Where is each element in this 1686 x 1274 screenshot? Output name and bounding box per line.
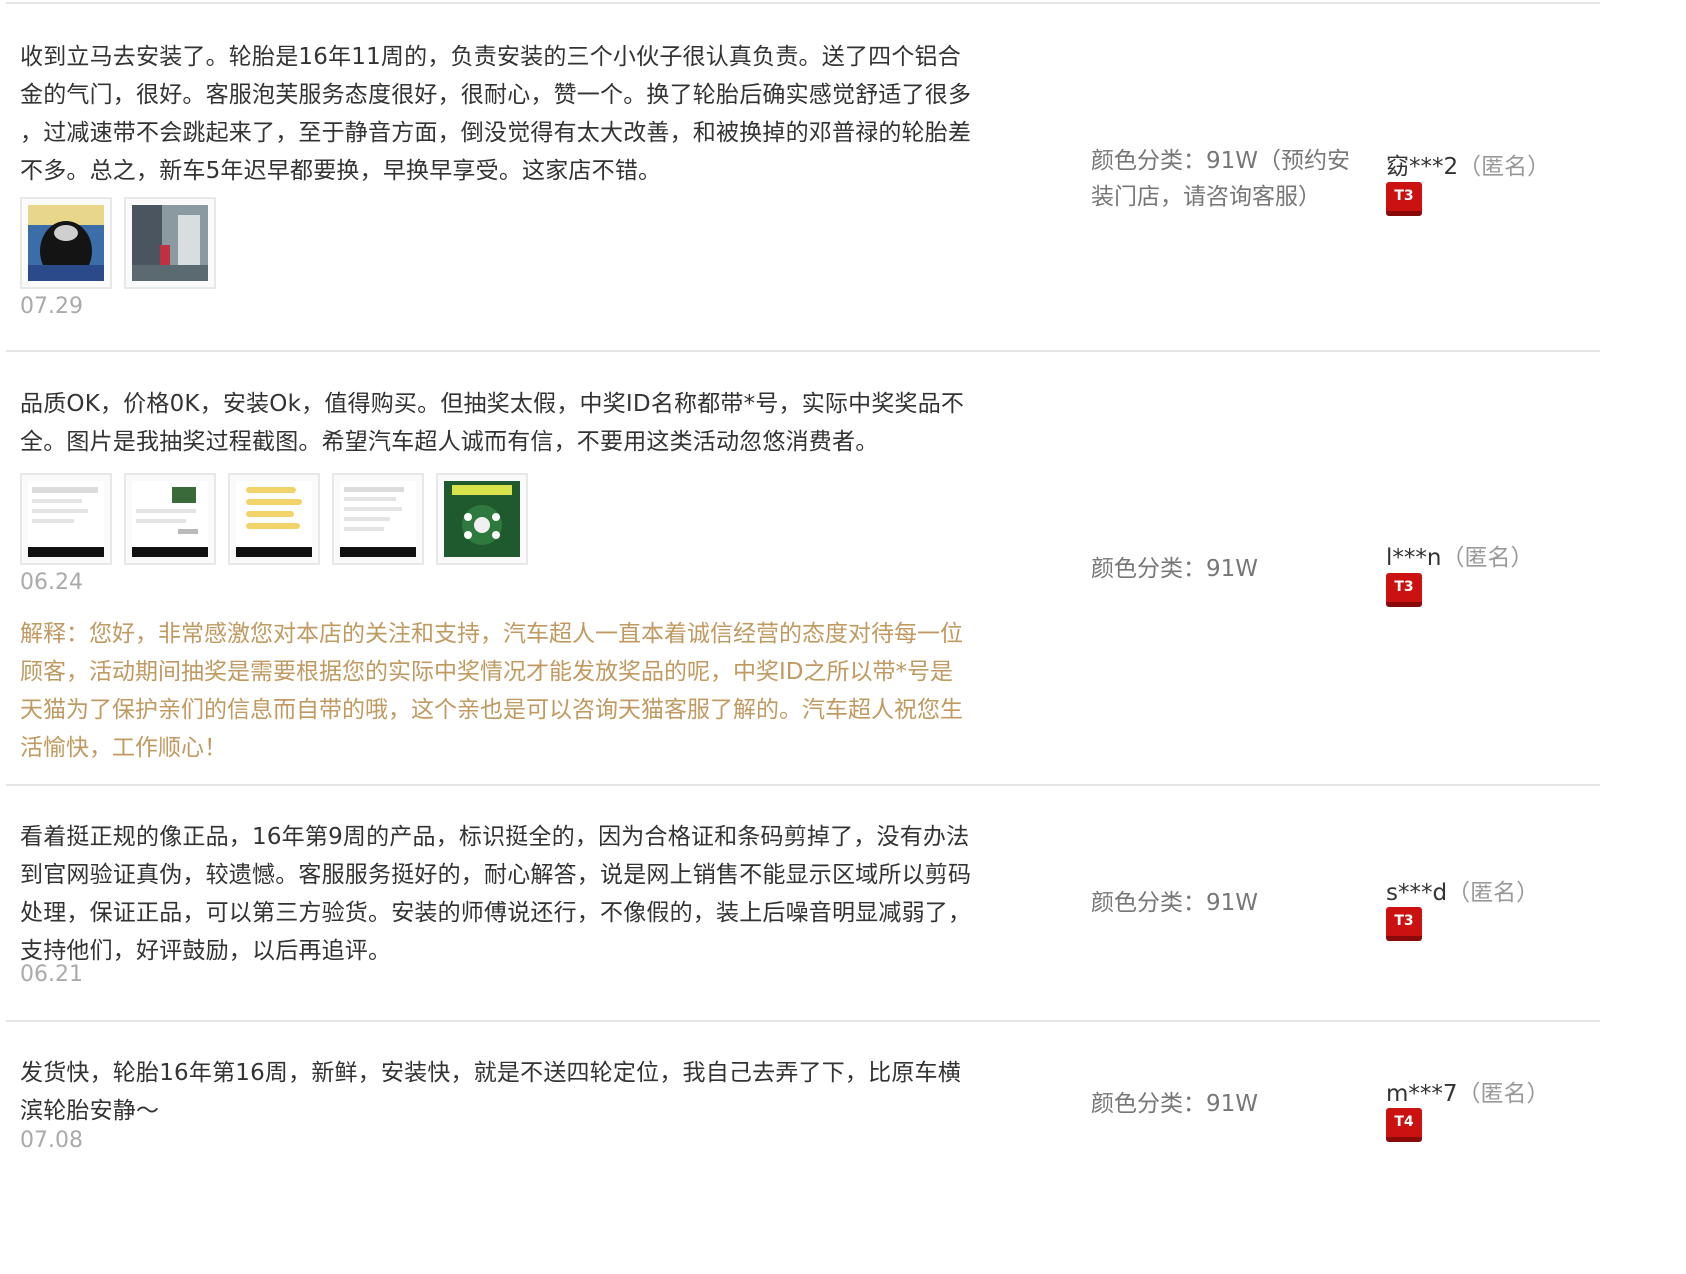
review-date: 06.21: [20, 962, 83, 987]
anonymous-label: （匿名）: [1457, 1081, 1550, 1107]
sku-info: 颜色分类：91W: [1091, 890, 1259, 916]
tire-photo: [28, 205, 104, 281]
review-item: 发货快，轮胎16年第16周，新鲜，安装快，就是不送四轮定位，我自己去弄了下，比原…: [6, 1020, 1600, 1202]
sku-info: 颜色分类：91W: [1091, 1091, 1259, 1117]
member-level-badge: T3: [1386, 182, 1422, 216]
reviewer: 窈***2（匿名）: [1386, 147, 1550, 181]
sku-info: 颜色分类：91W: [1091, 556, 1259, 582]
review-item: 看着挺正规的像正品，16年第9周的产品，标识挺全的，因为合格证和条码剪掉了，没有…: [6, 784, 1600, 1022]
reviewer: m***7（匿名）: [1386, 1074, 1550, 1108]
review-photo-thumb[interactable]: [20, 473, 112, 565]
review-content: 发货快，轮胎16年第16周，新鲜，安装快，就是不送四轮定位，我自己去弄了下，比原…: [20, 1060, 961, 1124]
review-content: 品质OK，价格0K，安装Ok，值得购买。但抽奖太假，中奖ID名称都带*号，实际中…: [20, 391, 965, 455]
member-level-badge: T4: [1386, 1108, 1422, 1142]
screenshot-thumb: [236, 481, 312, 557]
sku-info: 颜色分类：91W（预约安 装门店，请咨询客服）: [1091, 148, 1351, 210]
reviewer-name: l***n: [1386, 545, 1442, 571]
review-photo-thumb[interactable]: [436, 473, 528, 565]
review-content: 收到立马去安装了。轮胎是16年11周的，负责安装的三个小伙子很认真负责。送了四个…: [20, 44, 972, 184]
review-item: 收到立马去安装了。轮胎是16年11周的，负责安装的三个小伙子很认真负责。送了四个…: [6, 2, 1600, 352]
screenshot-thumb: [132, 481, 208, 557]
reviewer-name: s***d: [1386, 880, 1448, 906]
lottery-screenshot-thumb: [444, 481, 520, 557]
review-photo-thumb[interactable]: [20, 197, 112, 289]
member-level-badge: T3: [1386, 573, 1422, 607]
review-photo-thumb[interactable]: [124, 473, 216, 565]
member-level-badge: T3: [1386, 907, 1422, 941]
reviewer: l***n（匿名）: [1386, 538, 1533, 572]
shop-photo: [132, 205, 208, 281]
seller-reply: 解释：您好，非常感激您对本店的关注和支持，汽车超人一直本着诚信经营的态度对待每一…: [20, 621, 963, 761]
anonymous-label: （匿名）: [1458, 154, 1551, 180]
anonymous-label: （匿名）: [1447, 880, 1540, 906]
review-content: 看着挺正规的像正品，16年第9周的产品，标识挺全的，因为合格证和条码剪掉了，没有…: [20, 824, 972, 964]
screenshot-thumb: [340, 481, 416, 557]
review-date: 07.08: [20, 1128, 83, 1153]
review-photo-thumb[interactable]: [332, 473, 424, 565]
reviewer-name: 窈***2: [1386, 154, 1459, 180]
review-date: 07.29: [20, 294, 83, 319]
reviewer-name: m***7: [1386, 1081, 1458, 1107]
review-photo-thumb[interactable]: [124, 197, 216, 289]
review-item: 品质OK，价格0K，安装Ok，值得购买。但抽奖太假，中奖ID名称都带*号，实际中…: [6, 350, 1600, 786]
anonymous-label: （匿名）: [1441, 545, 1534, 571]
screenshot-thumb: [28, 481, 104, 557]
review-photo-thumb[interactable]: [228, 473, 320, 565]
reviewer: s***d（匿名）: [1386, 873, 1539, 907]
review-date: 06.24: [20, 570, 83, 595]
